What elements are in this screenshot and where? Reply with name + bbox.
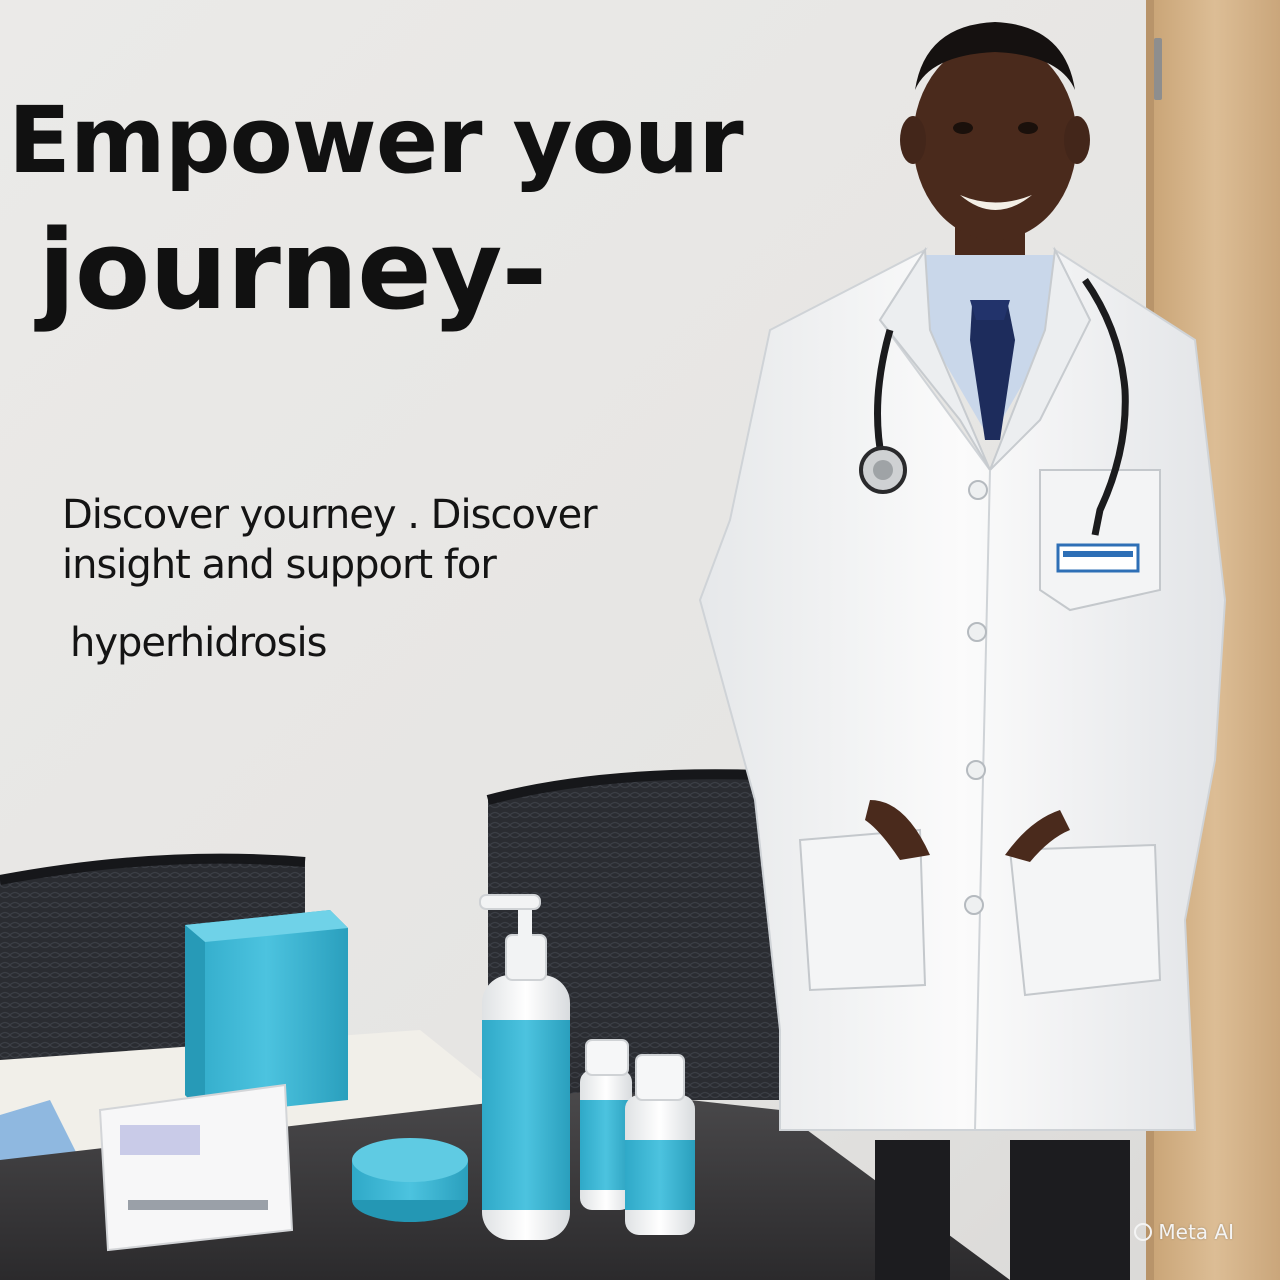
- name-badge: [1056, 543, 1140, 573]
- product-small-bottle-2: [625, 1054, 695, 1235]
- product-small-bottle-1: [580, 1039, 632, 1210]
- product-jar: [352, 1138, 468, 1222]
- subtext-line-1: Discover yourney . Discover: [62, 492, 598, 538]
- headline-line-2: journey-: [38, 205, 547, 334]
- subtext: Discover yourney . Discover insight and …: [62, 490, 712, 668]
- product-card: [98, 1083, 294, 1252]
- watermark: Meta AI: [1134, 1220, 1234, 1244]
- subtext-line-3: hyperhidrosis: [70, 620, 327, 666]
- headline-line-1: Empower your: [8, 87, 744, 194]
- subtext-line-2: insight and support for: [62, 542, 497, 588]
- product-box: [185, 910, 348, 1115]
- meta-ai-ring-icon: [1134, 1223, 1153, 1241]
- door-hinge: [1154, 38, 1162, 100]
- headline: Empower your journey-: [8, 70, 744, 334]
- watermark-label: Meta AI: [1158, 1220, 1234, 1244]
